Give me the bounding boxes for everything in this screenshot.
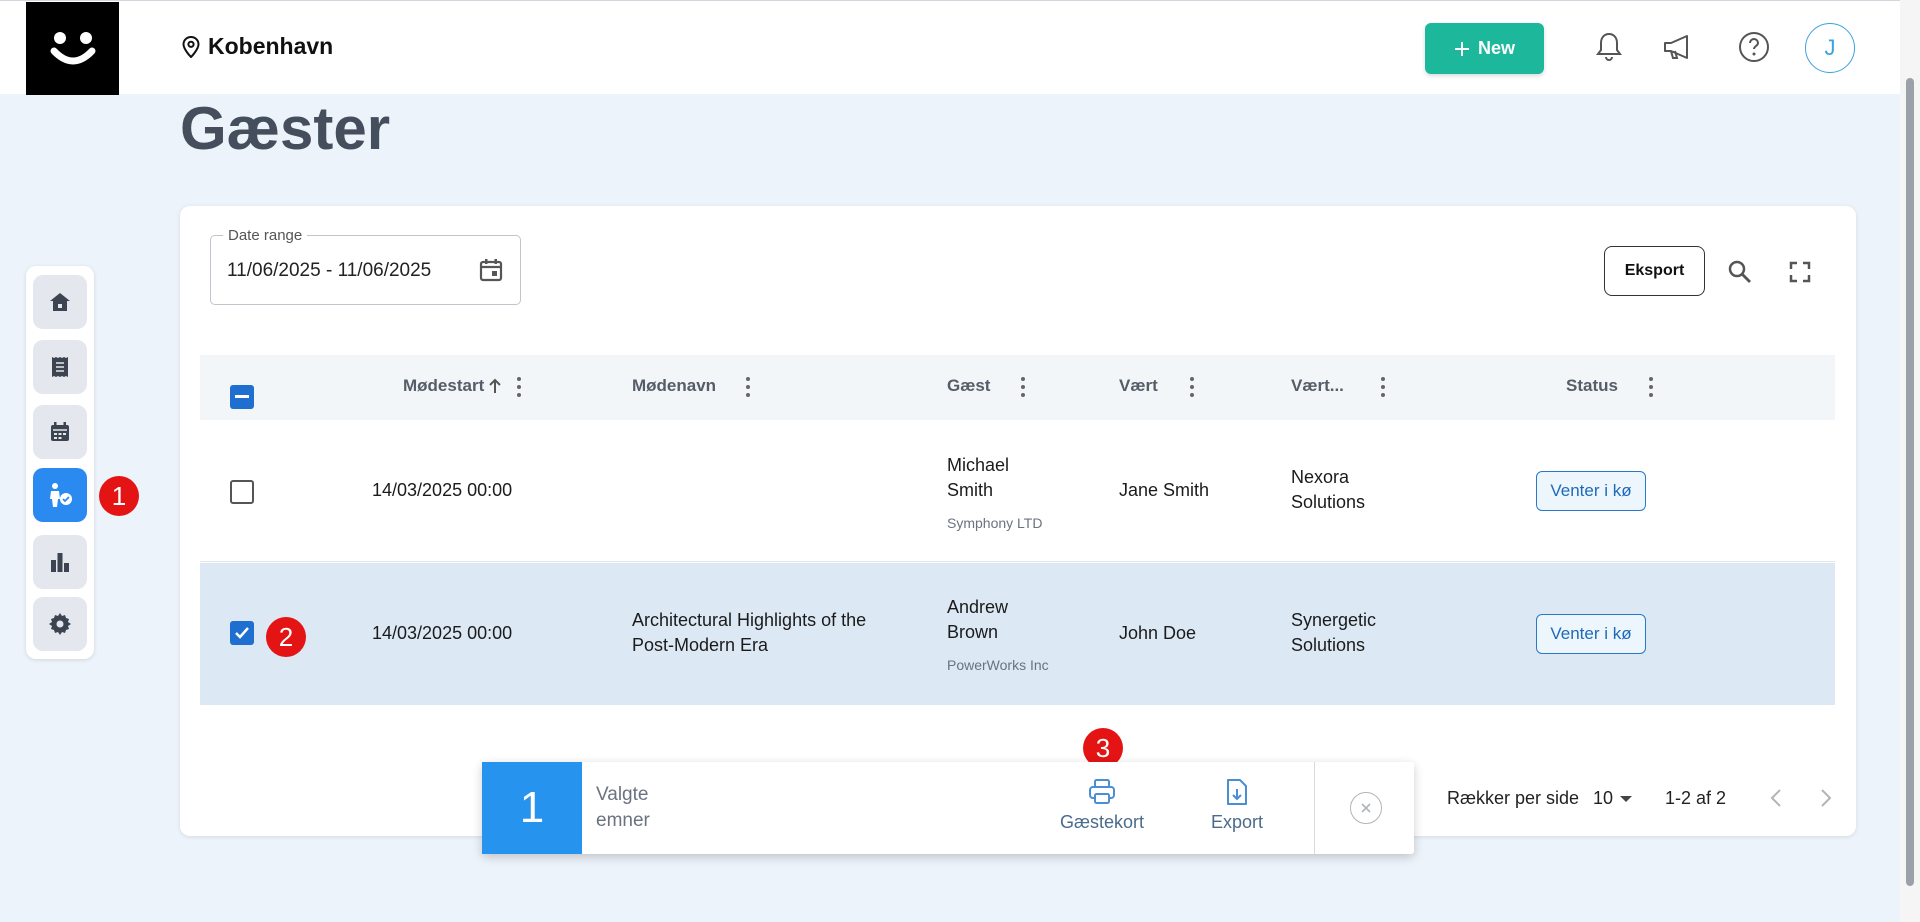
bar-chart-icon [51,553,69,572]
meeting-start: 14/03/2025 00:00 [372,623,513,643]
fullscreen-icon [1789,261,1811,283]
new-button[interactable]: New [1425,23,1544,74]
bell-icon [1596,32,1622,61]
guest-cell: Andrew Brown PowerWorks Inc [947,595,1049,678]
previous-page-button[interactable] [1770,788,1782,813]
megaphone-icon [1664,35,1688,59]
row-checkbox[interactable] [230,480,254,504]
top-bar: Kobenhavn New J [0,0,1900,95]
guest-company: PowerWorks Inc [947,657,1049,673]
guest-cell: Michael Smith Symphony LTD [947,453,1042,536]
guests-card: Date range 11/06/2025 - 11/06/2025 Ekspo… [180,206,1856,836]
sort-ascending-icon [489,378,501,393]
column-header-host-company[interactable]: Vært... [1291,376,1344,396]
page-scrollbar[interactable] [1900,0,1920,922]
indeterminate-icon [235,395,249,398]
sidebar-item-settings[interactable] [33,597,87,651]
column-header-meeting[interactable]: Mødenavn [632,376,716,396]
rows-per-page-label: Rækker per side [1447,788,1580,808]
caret-down-icon [1620,795,1633,802]
guest-check-icon [50,483,72,507]
column-header-host[interactable]: Vært [1119,376,1158,396]
meeting-name: Architectural Highlights of the Post-Mod… [632,610,867,655]
search-icon [1728,260,1751,283]
sidebar [26,266,94,659]
help-button[interactable] [1735,28,1773,66]
plus-icon [1454,41,1469,56]
search-button[interactable] [1724,256,1756,288]
gear-icon [49,613,71,635]
column-menu-icon[interactable] [1648,377,1654,397]
sidebar-item-receipts[interactable] [33,340,87,394]
table-row[interactable]: 14/03/2025 00:00 Michael Smith Symphony … [200,420,1835,562]
column-menu-icon[interactable] [1020,377,1026,397]
calendar-icon[interactable] [478,257,504,283]
chevron-right-icon [1821,789,1832,807]
column-menu-icon[interactable] [1189,377,1195,397]
status-badge[interactable]: Venter i kø [1536,471,1646,511]
rows-per-page-select[interactable]: 10 [1593,788,1633,809]
sidebar-item-home[interactable] [33,275,87,329]
row-checkbox[interactable] [230,621,254,645]
step-marker-1: 1 [99,476,139,516]
receipt-icon [52,357,68,377]
announcements-button[interactable] [1660,28,1698,66]
sidebar-item-calendar[interactable] [33,405,87,459]
app-logo[interactable] [26,2,119,95]
column-header-start[interactable]: Mødestart [403,376,502,396]
file-download-icon [1227,779,1248,805]
page-title: Gæster [180,95,391,162]
pagination-range: 1-2 af 2 [1665,788,1727,808]
location-name: Kobenhavn [208,33,334,59]
select-all-checkbox[interactable] [230,385,254,409]
location-pin-icon [182,35,200,58]
status-badge[interactable]: Venter i kø [1536,614,1646,654]
checkmark-icon [235,627,249,639]
date-range-value: 11/06/2025 - 11/06/2025 [227,260,432,281]
step-marker-2: 2 [266,617,306,657]
guest-last-name: Brown [947,622,999,642]
selected-items-label: Valgte emner [596,784,650,831]
action-bar-divider [1314,762,1315,854]
fullscreen-button[interactable] [1784,256,1816,288]
table-row[interactable]: 14/03/2025 00:00 Architectural Highlight… [200,563,1835,705]
printer-icon [1089,779,1116,804]
column-header-guest[interactable]: Gæst [947,376,990,396]
date-range-label: Date range [223,227,308,244]
column-header-status[interactable]: Status [1566,376,1618,396]
selection-export-button[interactable]: Export [1211,778,1263,833]
selection-action-bar: 1 Valgte emner Gæstekort Export [482,762,1414,854]
column-menu-icon[interactable] [516,377,522,397]
sidebar-item-guests[interactable] [33,468,87,522]
host-company: Synergetic Solutions [1291,610,1377,655]
sidebar-item-statistics[interactable] [33,535,87,589]
guest-first-name: Michael [947,455,1010,475]
guest-card-button[interactable]: Gæstekort [1060,778,1144,833]
host-company: Nexora Solutions [1291,467,1366,512]
home-icon [50,293,70,311]
chevron-left-icon [1770,789,1781,807]
column-menu-icon[interactable] [1380,377,1386,397]
user-avatar[interactable]: J [1805,23,1855,73]
table-header: Mødestart Mødenavn Gæst Vært Vært... Sta… [200,355,1835,420]
export-button[interactable]: Eksport [1604,246,1705,296]
calendar-icon [51,422,69,441]
column-menu-icon[interactable] [745,377,751,397]
guest-first-name: Andrew [947,597,1009,617]
clear-selection-button[interactable] [1350,792,1382,824]
host-name: John Doe [1119,623,1197,643]
close-icon [1361,803,1371,813]
meeting-start: 14/03/2025 00:00 [372,480,513,500]
guest-last-name: Smith [947,480,994,500]
scrollbar-thumb[interactable] [1906,78,1914,886]
notifications-button[interactable] [1590,28,1628,66]
help-icon [1739,32,1769,62]
location-selector[interactable]: Kobenhavn [182,33,333,60]
guest-company: Symphony LTD [947,515,1043,531]
next-page-button[interactable] [1820,788,1832,813]
host-name: Jane Smith [1119,480,1210,500]
date-range-field[interactable]: Date range 11/06/2025 - 11/06/2025 [210,227,521,305]
selected-count: 1 [482,762,582,854]
